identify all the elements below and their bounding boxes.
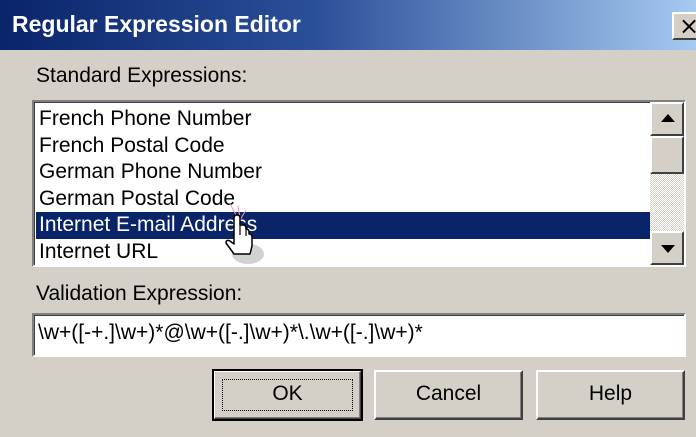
scroll-up-button[interactable] [650, 102, 684, 136]
list-item-german-phone[interactable]: German Phone Number [36, 159, 650, 186]
arrow-down-icon [661, 245, 675, 253]
close-button[interactable]: × [672, 12, 696, 40]
standard-expressions-label: Standard Expressions: [36, 64, 247, 88]
validation-expression-input[interactable]: \w+([-+.]\w+)*@\w+([-.]\w+)*\.\w+([-.]\w… [32, 313, 686, 357]
cancel-button-label: Cancel [415, 382, 482, 405]
standard-expressions-listbox[interactable]: French Phone Number French Postal Code G… [32, 100, 686, 267]
title-bar[interactable]: Regular Expression Editor × [0, 0, 696, 50]
help-button-label: Help [588, 382, 633, 405]
window-title: Regular Expression Editor [12, 11, 301, 37]
list-item-french-phone[interactable]: French Phone Number [36, 106, 650, 133]
arrow-up-icon [661, 114, 675, 122]
hand-pointer-icon [225, 204, 264, 264]
validation-expression-label-text: Validation Expression: [36, 282, 243, 305]
regex-editor-dialog: Regular Expression Editor × Standard Exp… [0, 0, 696, 437]
list-item-internet-email[interactable]: Internet E-mail Address [36, 212, 650, 239]
ok-button[interactable]: OK [212, 369, 363, 421]
list-item-german-postal[interactable]: German Postal Code [36, 186, 650, 213]
scroll-thumb[interactable] [650, 136, 684, 174]
cancel-button[interactable]: Cancel [374, 370, 523, 420]
list-item-internet-url[interactable]: Internet URL [36, 239, 650, 266]
scroll-down-button[interactable] [650, 231, 684, 265]
list-item-french-postal[interactable]: French Postal Code [36, 133, 650, 160]
list-items: French Phone Number French Postal Code G… [36, 106, 650, 265]
validation-expression-label: Validation Expression: [36, 282, 242, 306]
focus-rectangle [222, 379, 353, 411]
validation-expression-value: \w+([-+.]\w+)*@\w+([-.]\w+)*\.\w+([-.]\w… [38, 321, 423, 344]
help-button[interactable]: Help [536, 370, 685, 420]
list-scrollbar[interactable] [650, 102, 684, 265]
standard-expressions-label-text: Standard Expressions: [36, 64, 248, 87]
close-icon: × [679, 12, 696, 40]
